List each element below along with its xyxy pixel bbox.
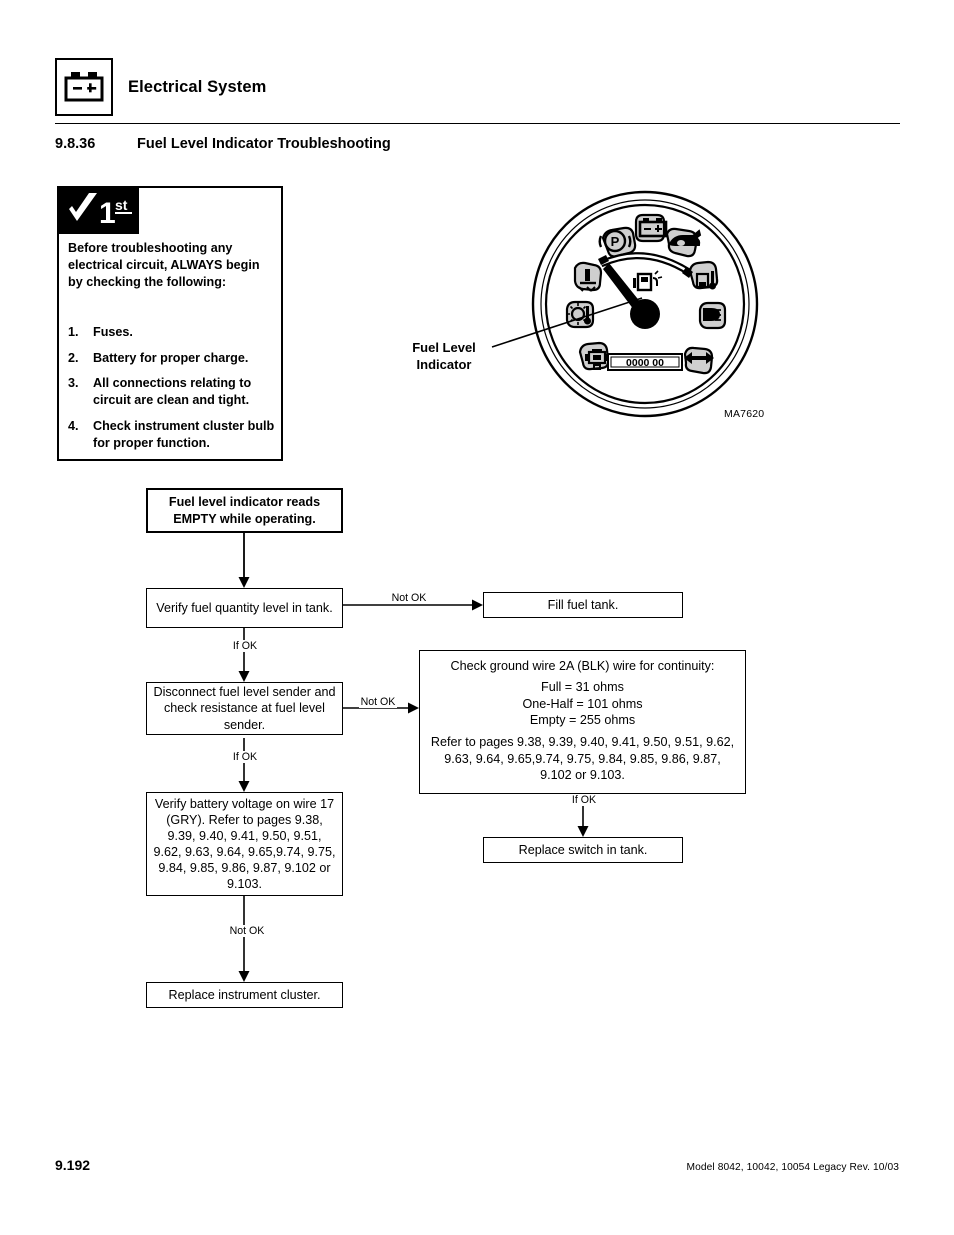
fuel-level-indicator-callout: Fuel Level Indicator xyxy=(412,340,476,373)
branch-label-if-ok: If OK xyxy=(226,751,264,764)
list-item-number: 3. xyxy=(68,376,79,391)
page-title: Electrical System xyxy=(128,78,267,96)
svg-text:P: P xyxy=(611,234,620,249)
flow-step-verify-battery-voltage: Verify battery voltage on wire 17 (GRY).… xyxy=(146,792,343,896)
flow-step-disconnect-sender: Disconnect fuel level sender and check r… xyxy=(146,682,343,735)
instrument-cluster-figure: P 0000 00 xyxy=(525,186,765,426)
check-first-panel: 1 st Before troubleshooting any electric… xyxy=(57,186,283,461)
flow-start-box: Fuel level indicator reads EMPTY while o… xyxy=(146,488,343,533)
branch-label-not-ok: Not OK xyxy=(359,696,397,709)
check-first-list: 1. Fuses. 2. Battery for proper charge. … xyxy=(68,324,280,460)
ohm-box-heading: Check ground wire 2A (BLK) wire for cont… xyxy=(450,659,715,673)
list-item-number: 4. xyxy=(68,418,79,433)
footer-page-number: 9.192 xyxy=(55,1157,91,1173)
list-item-text: Battery for proper charge. xyxy=(93,350,249,365)
flow-result-replace-switch: Replace switch in tank. xyxy=(483,837,683,863)
page-header: Electrical System xyxy=(55,58,899,120)
list-item-number: 2. xyxy=(68,350,79,365)
battery-icon xyxy=(55,58,113,116)
flow-result-replace-cluster: Replace instrument cluster. xyxy=(146,982,343,1008)
branch-label-not-ok: Not OK xyxy=(225,925,269,938)
section-number: 9.8.36 xyxy=(55,136,96,152)
header-divider xyxy=(55,123,900,124)
flow-result-fill-fuel-tank: Fill fuel tank. xyxy=(483,592,683,618)
ohm-box-values: Full = 31 ohms One-Half = 101 ohms Empty… xyxy=(522,680,643,728)
footer-model-revision: Model 8042, 10042, 10054 Legacy Rev. 10/… xyxy=(686,1162,899,1173)
svg-text:1: 1 xyxy=(99,197,116,230)
flow-step-verify-fuel-quantity: Verify fuel quantity level in tank. xyxy=(146,588,343,628)
list-item-number: 1. xyxy=(68,325,79,339)
branch-label-if-ok: If OK xyxy=(565,794,603,807)
branch-label-if-ok: If OK xyxy=(226,640,264,653)
odometer-reading: 0000 00 xyxy=(626,357,664,369)
check-first-intro: Before troubleshooting any electrical ci… xyxy=(68,241,260,290)
list-item: 2. Battery for proper charge. xyxy=(68,350,280,367)
list-item-text: Check instrument cluster bulb for proper… xyxy=(93,418,275,450)
branch-label-not-ok: Not OK xyxy=(390,592,428,605)
figure-id: MA7620 xyxy=(724,408,765,420)
list-item: 1. Fuses. xyxy=(68,324,280,341)
ohm-box-references: Refer to pages 9.38, 9.39, 9.40, 9.41, 9… xyxy=(430,735,735,783)
list-item-text: Fuses. xyxy=(93,325,133,339)
section-title: Fuel Level Indicator Troubleshooting xyxy=(137,136,391,152)
list-item: 4. Check instrument cluster bulb for pro… xyxy=(68,418,280,451)
svg-text:st: st xyxy=(115,197,128,213)
list-item-text: All connections relating to circuit are … xyxy=(93,376,252,408)
list-item: 3. All connections relating to circuit a… xyxy=(68,375,280,408)
flow-ohm-reference-box: Check ground wire 2A (BLK) wire for cont… xyxy=(419,650,746,794)
check-first-flag: 1 st xyxy=(59,188,139,234)
